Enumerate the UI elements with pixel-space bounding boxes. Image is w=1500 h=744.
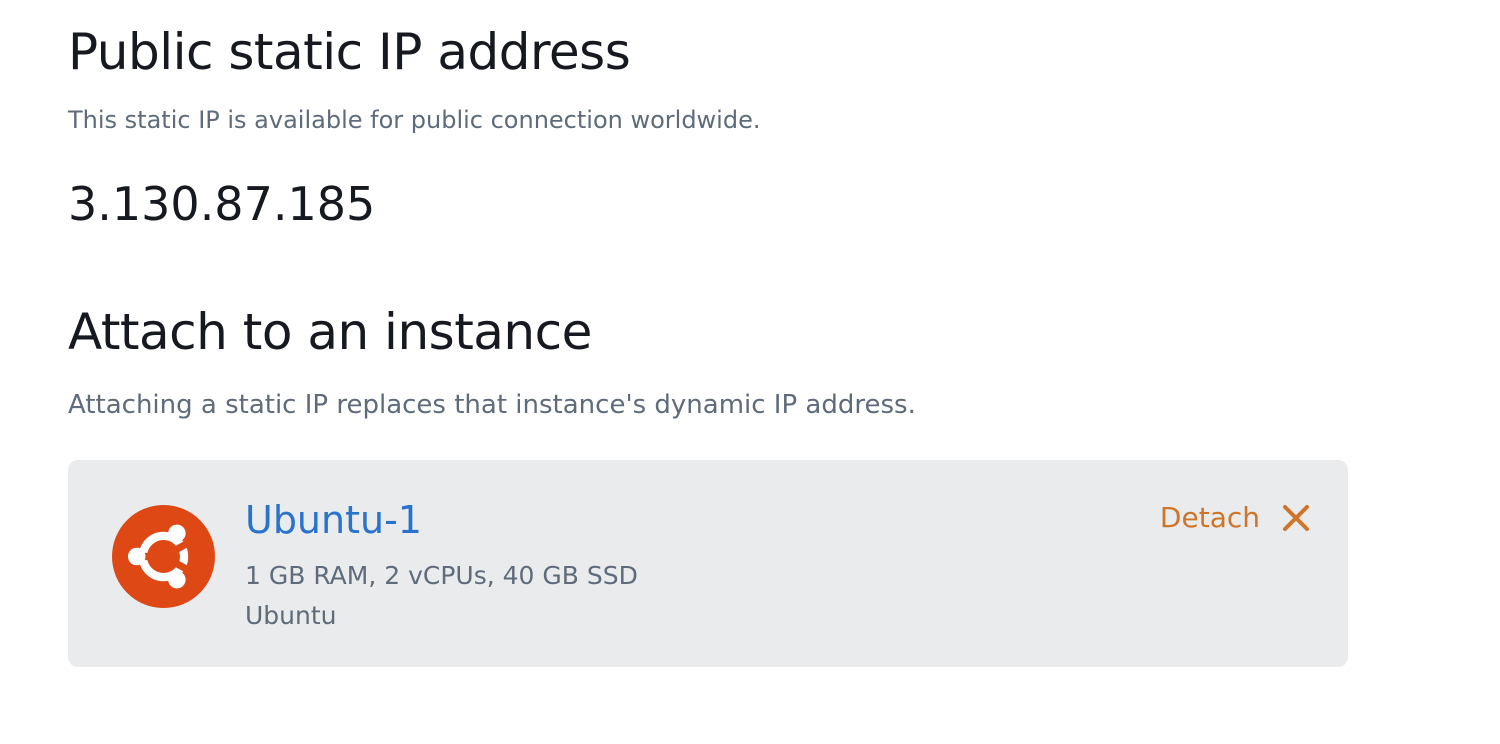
attach-description: Attaching a static IP replaces that inst… <box>68 390 916 420</box>
public-ip-title: Public static IP address <box>68 23 631 81</box>
ubuntu-logo-icon <box>112 505 215 608</box>
instance-name-link[interactable]: Ubuntu-1 <box>245 496 422 544</box>
attach-title: Attach to an instance <box>68 303 592 361</box>
detach-button[interactable]: Detach <box>1160 500 1310 536</box>
instance-specs: 1 GB RAM, 2 vCPUs, 40 GB SSD <box>245 561 638 590</box>
close-icon <box>1283 505 1309 531</box>
attached-instance-card: Ubuntu-1 1 GB RAM, 2 vCPUs, 40 GB SSD Ub… <box>68 460 1348 667</box>
instance-os: Ubuntu <box>245 601 337 630</box>
detach-label: Detach <box>1159 501 1260 534</box>
public-ip-description: This static IP is available for public c… <box>68 106 761 134</box>
static-ip-page: Public static IP address This static IP … <box>0 0 1500 744</box>
ip-address-value: 3.130.87.185 <box>68 177 376 231</box>
